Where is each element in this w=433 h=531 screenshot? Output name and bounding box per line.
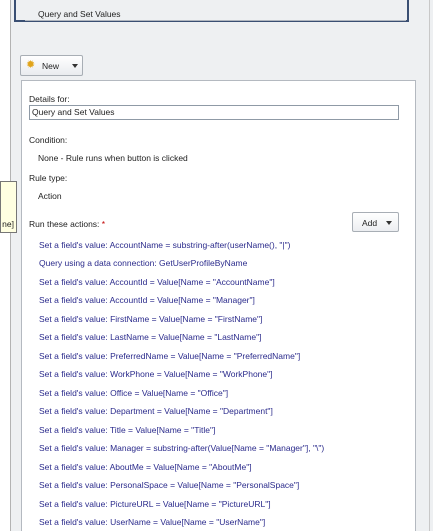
- action-item[interactable]: Set a field's value: UserName = Value[Na…: [39, 517, 265, 527]
- details-for-label: Details for:: [29, 94, 70, 104]
- action-item[interactable]: Set a field's value: PictureURL = Value[…: [39, 499, 271, 509]
- chevron-down-icon: [386, 221, 392, 225]
- rule-name-field[interactable]: Query and Set Values: [29, 105, 399, 120]
- chevron-down-icon: [72, 64, 78, 68]
- action-item[interactable]: Set a field's value: FirstName = Value[N…: [39, 314, 262, 324]
- rule-details-panel: Details for: Query and Set Values Condit…: [21, 80, 416, 531]
- new-button-label: New: [42, 61, 60, 71]
- required-marker: *: [101, 219, 106, 229]
- rules-list-selected-item[interactable]: Query and Set Values: [14, 0, 409, 22]
- rule-name-value: Query and Set Values: [32, 107, 115, 117]
- condition-label: Condition:: [29, 135, 68, 145]
- run-actions-text: Run these actions:: [29, 219, 100, 229]
- action-item[interactable]: Set a field's value: Office = Value[Name…: [39, 388, 228, 398]
- rule-type-value: Action: [38, 191, 62, 201]
- action-item[interactable]: Set a field's value: Manager = substring…: [39, 443, 324, 453]
- action-item[interactable]: Set a field's value: Department = Value[…: [39, 406, 273, 416]
- rules-list-separator: [25, 20, 406, 21]
- action-item[interactable]: Query using a data connection: GetUserPr…: [39, 258, 247, 268]
- left-canvas-edge: [0, 0, 10, 531]
- add-button-label: Add: [362, 218, 378, 228]
- action-item[interactable]: Set a field's value: WorkPhone = Value[N…: [39, 369, 273, 379]
- screentip-text: ne]: [2, 219, 14, 229]
- action-item[interactable]: Set a field's value: AboutMe = Value[Nam…: [39, 462, 252, 472]
- action-item[interactable]: Set a field's value: AccountId = Value[N…: [39, 277, 275, 287]
- new-rule-button[interactable]: ✹ New: [20, 55, 83, 76]
- rule-type-label: Rule type:: [29, 173, 68, 183]
- action-item[interactable]: Set a field's value: PreferredName = Val…: [39, 351, 300, 361]
- pane-right-edge: [429, 0, 430, 531]
- action-item[interactable]: Set a field's value: PersonalSpace = Val…: [39, 480, 299, 490]
- action-item[interactable]: Set a field's value: AccountId = Value[N…: [39, 295, 255, 305]
- action-item[interactable]: Set a field's value: Title = Value[Name …: [39, 425, 215, 435]
- condition-value[interactable]: None - Rule runs when button is clicked: [38, 153, 188, 163]
- screentip: ne]: [0, 181, 17, 233]
- sparkle-icon: ✹: [26, 59, 36, 71]
- action-item[interactable]: Set a field's value: AccountName = subst…: [39, 240, 291, 250]
- add-action-button[interactable]: Add: [352, 212, 399, 232]
- rules-pane: Query and Set Values ✹ New Details for: …: [11, 0, 433, 531]
- action-item[interactable]: Set a field's value: LastName = Value[Na…: [39, 332, 261, 342]
- run-actions-label: Run these actions: *: [29, 219, 105, 229]
- rule-list-item-label: Query and Set Values: [38, 9, 121, 19]
